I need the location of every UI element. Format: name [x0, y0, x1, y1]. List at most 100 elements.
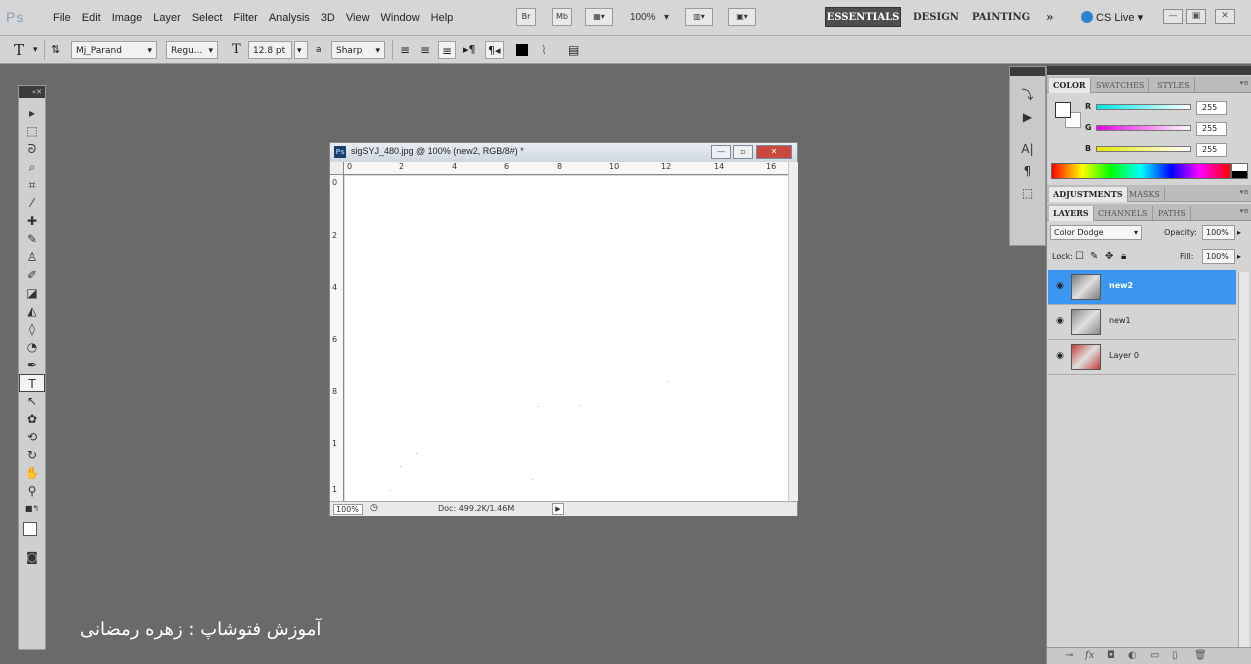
character-panel-icon[interactable]: A|	[1010, 138, 1045, 160]
healing-brush-tool-icon[interactable]: ✚	[19, 212, 45, 230]
3d-orbit-tool-icon[interactable]: ↻	[19, 446, 45, 464]
actions-panel-icon[interactable]: ▶	[1010, 106, 1045, 128]
tool-preset-arrow-icon[interactable]: ▾	[33, 41, 38, 59]
restore-button[interactable]: ▣	[1186, 9, 1206, 24]
quick-mask-icon[interactable]: ◙	[19, 548, 45, 566]
black-white-ramp[interactable]	[1231, 163, 1248, 179]
status-menu-arrow-icon[interactable]: ▶	[552, 503, 564, 515]
delete-layer-icon[interactable]: 🗑︎	[1194, 650, 1207, 661]
eye-icon[interactable]: ◉	[1053, 281, 1067, 293]
document-title-bar[interactable]: Ps sigSYJ_480.jpg @ 100% (new2, RGB/8#) …	[330, 143, 797, 162]
tab-swatches[interactable]: SWATCHES	[1092, 78, 1150, 93]
font-size-dropdown-button[interactable]: ▾	[294, 41, 308, 59]
pen-tool-icon[interactable]: ✒	[19, 356, 45, 374]
link-layers-icon[interactable]: ⊸	[1065, 650, 1073, 661]
tab-color[interactable]: COLOR	[1049, 78, 1091, 93]
document-size-info[interactable]: Doc: 499.2K/1.46M	[438, 504, 514, 513]
zoom-arrow-icon[interactable]: ▾	[664, 12, 669, 23]
layer-name[interactable]: Layer 0	[1109, 351, 1139, 360]
lasso-tool-icon[interactable]: ᘐ	[19, 140, 45, 158]
eyedropper-tool-icon[interactable]: ⁄	[19, 194, 45, 212]
minimize-button[interactable]: —	[1163, 9, 1183, 24]
warp-text-icon[interactable]: ⌇	[541, 41, 547, 59]
layer-row[interactable]: ◉ Layer 0	[1048, 340, 1236, 375]
layer-name[interactable]: new2	[1109, 281, 1133, 290]
tool-presets-panel-icon[interactable]: ⬚	[1010, 182, 1045, 204]
text-orientation-icon[interactable]: ⇅	[51, 41, 60, 59]
tab-styles[interactable]: STYLES	[1153, 78, 1195, 93]
menu-3d[interactable]: 3D	[321, 12, 335, 24]
history-panel-icon[interactable]: ⤵	[1010, 84, 1045, 106]
view-extras-button[interactable]: ▦▾	[585, 8, 613, 26]
shape-tool-icon[interactable]: ✿	[19, 410, 45, 428]
gradient-tool-icon[interactable]: ◭	[19, 302, 45, 320]
zoom-tool-icon[interactable]: ⚲	[19, 482, 45, 500]
paragraph-panel-icon[interactable]: ¶	[1010, 160, 1045, 182]
close-button[interactable]: ✕	[1215, 9, 1235, 24]
green-slider[interactable]	[1096, 125, 1191, 131]
bridge-button[interactable]: Br	[516, 8, 536, 26]
tools-panel-header[interactable]: «✕	[19, 86, 45, 98]
screen-mode-button[interactable]: ▣▾	[728, 8, 756, 26]
mini-bridge-button[interactable]: Mb	[552, 8, 572, 26]
workspace-painting[interactable]: PAINTING	[972, 12, 1030, 23]
rtl-direction-icon[interactable]: ¶◂	[485, 41, 504, 59]
layer-mask-icon[interactable]: ◘	[1107, 650, 1115, 661]
fill-input[interactable]: 100%	[1202, 249, 1235, 264]
text-color-swatch[interactable]	[516, 44, 528, 56]
align-right-icon[interactable]: ≡	[438, 41, 457, 59]
foreground-color-box[interactable]	[1055, 102, 1071, 118]
lock-image-icon[interactable]: ✎	[1090, 250, 1098, 264]
workspace-essentials[interactable]: ESSENTIALS	[825, 7, 901, 27]
layer-style-icon[interactable]: fx	[1085, 650, 1094, 661]
menu-edit[interactable]: Edit	[82, 12, 101, 24]
document-vertical-scrollbar[interactable]	[788, 162, 798, 501]
doc-close-button[interactable]: ✕	[756, 145, 792, 159]
more-workspaces-button[interactable]: »	[1046, 10, 1054, 24]
lock-position-icon[interactable]: ✥	[1105, 250, 1113, 264]
font-family-dropdown[interactable]: Mj_Parand ▾	[71, 41, 157, 59]
workspace-design[interactable]: DESIGN	[913, 12, 959, 23]
antialias-dropdown[interactable]: Sharp ▾	[331, 41, 385, 59]
brush-tool-icon[interactable]: ✎	[19, 230, 45, 248]
layer-row[interactable]: ◉ new2	[1048, 270, 1236, 305]
path-selection-tool-icon[interactable]: ↖	[19, 392, 45, 410]
hand-tool-icon[interactable]: ✋	[19, 464, 45, 482]
red-value-input[interactable]: 255	[1196, 101, 1227, 115]
green-value-input[interactable]: 255	[1196, 122, 1227, 136]
blue-slider[interactable]	[1096, 146, 1191, 152]
ltr-direction-icon[interactable]: ▸¶	[463, 41, 476, 59]
zoom-info-icon[interactable]: ◷	[370, 503, 378, 513]
opacity-arrow-icon[interactable]: ▸	[1237, 226, 1241, 240]
zoom-level-dropdown[interactable]: 100%	[630, 12, 656, 23]
blend-mode-dropdown[interactable]: Color Dodge ▾	[1050, 225, 1142, 240]
type-tool-icon[interactable]: T	[19, 374, 45, 392]
font-style-dropdown[interactable]: Regu... ▾	[166, 41, 218, 59]
adjustments-panel-menu-icon[interactable]: ▾≡	[1240, 188, 1249, 196]
opacity-input[interactable]: 100%	[1202, 225, 1235, 240]
menu-image[interactable]: Image	[112, 12, 143, 24]
dodge-tool-icon[interactable]: ◔	[19, 338, 45, 356]
doc-minimize-button[interactable]: —	[711, 145, 731, 159]
cs-live-button[interactable]: CS Live ▾	[1081, 11, 1143, 24]
eye-icon[interactable]: ◉	[1053, 351, 1067, 363]
document-zoom-input[interactable]: 100%	[333, 504, 363, 515]
tab-paths[interactable]: PATHS	[1154, 206, 1191, 221]
character-panel-icon[interactable]: ▤	[568, 41, 579, 59]
eraser-tool-icon[interactable]: ◪	[19, 284, 45, 302]
color-spectrum-ramp[interactable]	[1051, 163, 1231, 179]
layer-name[interactable]: new1	[1109, 316, 1131, 325]
layers-scrollbar[interactable]	[1238, 272, 1249, 649]
marquee-tool-icon[interactable]: ⬚	[19, 122, 45, 140]
vertical-ruler[interactable]: 0 2 4 6 8 1 1	[330, 175, 344, 501]
color-panel-menu-icon[interactable]: ▾≡	[1240, 79, 1249, 87]
new-layer-icon[interactable]: ▯	[1172, 650, 1178, 661]
panel-icon-strip-header[interactable]	[1010, 67, 1045, 76]
tab-masks[interactable]: MASKS	[1125, 187, 1165, 202]
panels-dock-header[interactable]	[1047, 66, 1251, 75]
eye-icon[interactable]: ◉	[1053, 316, 1067, 328]
menu-help[interactable]: Help	[431, 12, 454, 24]
new-group-icon[interactable]: ▭	[1150, 650, 1159, 661]
tool-preset-icon[interactable]: T	[14, 41, 24, 59]
menu-select[interactable]: Select	[192, 12, 223, 24]
